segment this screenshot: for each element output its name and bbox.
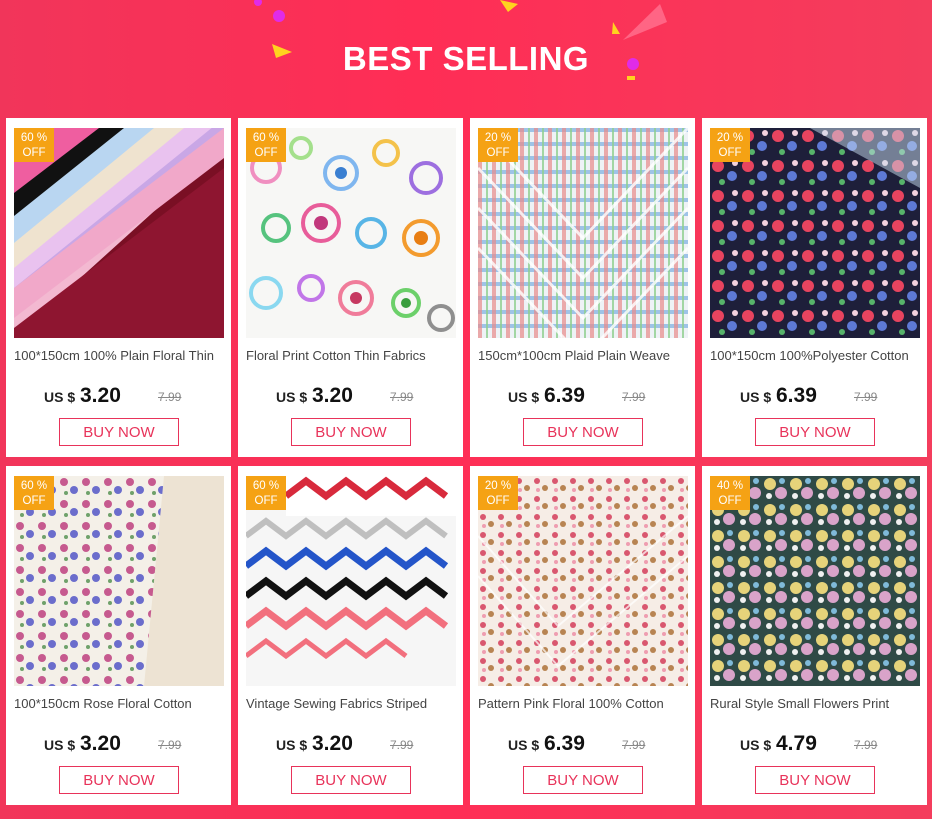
discount-off: OFF <box>718 147 742 159</box>
discount-badge: 60 % OFF <box>14 128 54 162</box>
product-name[interactable]: Vintage Sewing Fabrics Striped <box>246 696 459 711</box>
currency-label: US $ <box>276 737 308 753</box>
currency-label: US $ <box>740 389 772 405</box>
discount-off: OFF <box>254 147 278 159</box>
discount-badge: 60 % OFF <box>246 476 286 510</box>
product-card[interactable]: 40 % OFF Rural Style Small Flowers Print… <box>702 466 927 805</box>
buy-now-button[interactable]: BUY NOW <box>523 418 643 446</box>
product-card[interactable]: 60 % OFF 100*150cm 100% Plain Floral Thi… <box>6 118 231 457</box>
buy-now-button[interactable]: BUY NOW <box>755 766 875 794</box>
product-card[interactable]: 60 % OFF Vintage Sewing Fabrics Striped … <box>238 466 463 805</box>
price-row: US $ 6.39 7.99 <box>470 384 695 410</box>
price-row: US $ 6.39 7.99 <box>470 732 695 758</box>
price-value: 6.39 <box>776 384 817 407</box>
product-card[interactable]: 20 % OFF 100*150cm 100%Polyester Cotton … <box>702 118 927 457</box>
price-row: US $ 6.39 7.99 <box>702 384 927 410</box>
product-name[interactable]: Pattern Pink Floral 100% Cotton <box>478 696 691 711</box>
discount-percent: 20 % <box>484 480 512 492</box>
discount-off: OFF <box>254 495 278 507</box>
original-price: 7.99 <box>622 390 646 404</box>
price-row: US $ 3.20 7.99 <box>238 384 463 410</box>
discount-percent: 60 % <box>252 480 280 492</box>
discount-off: OFF <box>486 495 510 507</box>
original-price: 7.99 <box>158 390 182 404</box>
price-value: 3.20 <box>312 384 353 407</box>
discount-badge: 20 % OFF <box>478 476 518 510</box>
price-row: US $ 3.20 7.99 <box>6 732 231 758</box>
price-value: 3.20 <box>312 732 353 755</box>
currency-label: US $ <box>508 737 540 753</box>
buy-now-button[interactable]: BUY NOW <box>291 766 411 794</box>
buy-now-button[interactable]: BUY NOW <box>755 418 875 446</box>
product-card[interactable]: 20 % OFF Pattern Pink Floral 100% Cotton… <box>470 466 695 805</box>
discount-percent: 60 % <box>20 132 48 144</box>
banner: BEST SELLING <box>0 0 932 118</box>
discount-percent: 60 % <box>252 132 280 144</box>
product-name[interactable]: 100*150cm Rose Floral Cotton <box>14 696 227 711</box>
price-row: US $ 3.20 7.99 <box>6 384 231 410</box>
product-name[interactable]: Rural Style Small Flowers Print <box>710 696 923 711</box>
original-price: 7.99 <box>622 738 646 752</box>
buy-now-button[interactable]: BUY NOW <box>59 418 179 446</box>
buy-now-button[interactable]: BUY NOW <box>59 766 179 794</box>
original-price: 7.99 <box>390 390 414 404</box>
product-card[interactable]: 20 % OFF 150cm*100cm Plaid Plain Weave U… <box>470 118 695 457</box>
price-value: 3.20 <box>80 732 121 755</box>
original-price: 7.99 <box>854 738 878 752</box>
price-value: 3.20 <box>80 384 121 407</box>
product-name[interactable]: 100*150cm 100%Polyester Cotton <box>710 348 923 363</box>
discount-off: OFF <box>22 495 46 507</box>
product-name[interactable]: 150cm*100cm Plaid Plain Weave <box>478 348 691 363</box>
currency-label: US $ <box>276 389 308 405</box>
currency-label: US $ <box>44 389 76 405</box>
discount-badge: 20 % OFF <box>478 128 518 162</box>
currency-label: US $ <box>44 737 76 753</box>
discount-percent: 40 % <box>716 480 744 492</box>
price-value: 6.39 <box>544 384 585 407</box>
discount-percent: 20 % <box>484 132 512 144</box>
original-price: 7.99 <box>854 390 878 404</box>
discount-off: OFF <box>718 495 742 507</box>
buy-now-button[interactable]: BUY NOW <box>291 418 411 446</box>
currency-label: US $ <box>740 737 772 753</box>
discount-badge: 60 % OFF <box>14 476 54 510</box>
price-value: 6.39 <box>544 732 585 755</box>
original-price: 7.99 <box>390 738 414 752</box>
product-card[interactable]: 60 % OFF Floral Print Cotton Thin Fabric… <box>238 118 463 457</box>
discount-badge: 60 % OFF <box>246 128 286 162</box>
price-value: 4.79 <box>776 732 817 755</box>
price-row: US $ 3.20 7.99 <box>238 732 463 758</box>
product-name[interactable]: 100*150cm 100% Plain Floral Thin <box>14 348 227 363</box>
product-name[interactable]: Floral Print Cotton Thin Fabrics <box>246 348 459 363</box>
discount-off: OFF <box>486 147 510 159</box>
product-card[interactable]: 60 % OFF 100*150cm Rose Floral Cotton US… <box>6 466 231 805</box>
discount-badge: 40 % OFF <box>710 476 750 510</box>
price-row: US $ 4.79 7.99 <box>702 732 927 758</box>
discount-percent: 60 % <box>20 480 48 492</box>
discount-badge: 20 % OFF <box>710 128 750 162</box>
discount-off: OFF <box>22 147 46 159</box>
page-title: BEST SELLING <box>342 40 590 77</box>
buy-now-button[interactable]: BUY NOW <box>523 766 643 794</box>
discount-percent: 20 % <box>716 132 744 144</box>
original-price: 7.99 <box>158 738 182 752</box>
currency-label: US $ <box>508 389 540 405</box>
